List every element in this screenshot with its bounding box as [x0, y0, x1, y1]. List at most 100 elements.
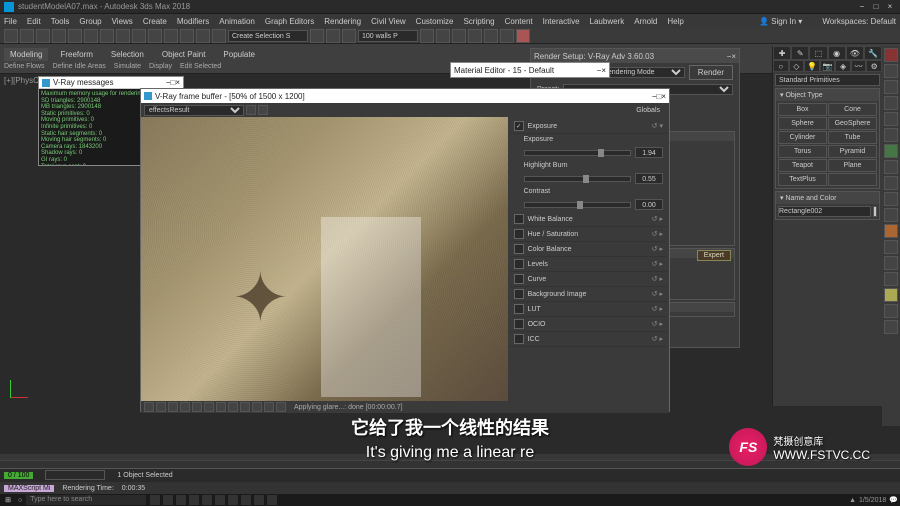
render-button[interactable]: Render — [689, 65, 733, 80]
toolbar-button[interactable] — [342, 29, 356, 43]
taskbar-app-icon[interactable] — [150, 495, 160, 505]
toolbar-button[interactable] — [180, 29, 194, 43]
contrast-slider[interactable] — [524, 202, 631, 208]
strip-button[interactable] — [884, 64, 898, 78]
ribbon-tab-modeling[interactable]: Modeling — [4, 48, 48, 61]
cc-color-balance[interactable]: Color Balance↺▸ — [510, 242, 667, 257]
strip-button[interactable] — [884, 176, 898, 190]
menu-graph-editors[interactable]: Graph Editors — [265, 17, 314, 26]
taskbar-app-icon[interactable] — [241, 495, 251, 505]
globals-label[interactable]: Globals — [636, 107, 660, 114]
ribbon-tab-populate[interactable]: Populate — [217, 48, 261, 61]
close-button[interactable]: × — [731, 52, 736, 61]
toolbar-button[interactable] — [100, 29, 114, 43]
textplus-button[interactable]: TextPlus — [778, 173, 827, 186]
object-type-rollout[interactable]: ▾ Object Type — [776, 89, 879, 101]
ribbon-btn-simulate[interactable]: Simulate — [114, 63, 141, 70]
toolbar-button[interactable] — [132, 29, 146, 43]
menu-create[interactable]: Create — [143, 17, 167, 26]
exposure-checkbox[interactable] — [514, 121, 524, 131]
clock[interactable]: 1/5/2018 — [859, 497, 886, 504]
object-name-field[interactable] — [778, 206, 871, 217]
material-editor-window[interactable]: Material Editor - 15 - Default − × — [450, 62, 610, 78]
vfb-status-button[interactable] — [144, 402, 154, 412]
toolbar-button[interactable] — [116, 29, 130, 43]
hierarchy-tab[interactable]: ⬚ — [809, 46, 827, 60]
vfb-tool-button[interactable] — [246, 105, 256, 115]
menu-help[interactable]: Help — [667, 17, 683, 26]
menu-tools[interactable]: Tools — [51, 17, 70, 26]
taskbar-app-icon[interactable] — [254, 495, 264, 505]
close-button[interactable]: × — [884, 2, 896, 12]
ribbon-btn-edit-selected[interactable]: Edit Selected — [180, 63, 221, 70]
cortana-icon[interactable]: ○ — [18, 497, 22, 504]
toolbar-button[interactable] — [164, 29, 178, 43]
taskbar-app-icon[interactable] — [189, 495, 199, 505]
torus-button[interactable]: Torus — [778, 145, 827, 158]
cc-levels[interactable]: Levels↺▸ — [510, 257, 667, 272]
taskbar-app-icon[interactable] — [228, 495, 238, 505]
cc-curve[interactable]: Curve↺▸ — [510, 272, 667, 287]
geosphere-button[interactable]: GeoSphere — [828, 117, 877, 130]
highlight-slider[interactable] — [524, 176, 631, 182]
toolbar-button[interactable] — [436, 29, 450, 43]
menu-file[interactable]: File — [4, 17, 17, 26]
sphere-button[interactable]: Sphere — [778, 117, 827, 130]
toolbar-button[interactable] — [420, 29, 434, 43]
expand-icon[interactable]: ▾ — [659, 122, 663, 130]
menu-rendering[interactable]: Rendering — [324, 17, 361, 26]
name-color-rollout[interactable]: ▾ Name and Color — [776, 192, 879, 204]
cc-white-balance[interactable]: White Balance↺▸ — [510, 212, 667, 227]
workspace-selector[interactable]: Workspaces: Default — [822, 17, 896, 26]
maximize-button[interactable]: □ — [870, 2, 882, 12]
menu-interactive[interactable]: Interactive — [543, 17, 580, 26]
cameras-icon[interactable]: 📷 — [820, 60, 836, 72]
render-output-view[interactable] — [141, 117, 508, 401]
maxscript-listener[interactable]: MAXScript Mi — [4, 485, 54, 492]
menu-customize[interactable]: Customize — [416, 17, 454, 26]
selection-set-dropdown[interactable]: 100 walls P — [358, 30, 418, 42]
close-button[interactable]: × — [601, 66, 606, 75]
strip-button[interactable] — [884, 160, 898, 174]
render-button[interactable] — [516, 29, 530, 43]
menu-animation[interactable]: Animation — [219, 17, 255, 26]
menu-modifiers[interactable]: Modifiers — [177, 17, 209, 26]
spacewarps-icon[interactable]: 〰 — [851, 60, 867, 72]
vfb-status-button[interactable] — [216, 402, 226, 412]
taskbar-app-icon[interactable] — [202, 495, 212, 505]
toolbar-button[interactable] — [148, 29, 162, 43]
channel-dropdown[interactable]: effectsResult — [144, 105, 244, 116]
vray-frame-buffer-window[interactable]: V-Ray frame buffer - [50% of 1500 x 1200… — [140, 88, 670, 412]
motion-tab[interactable]: ◉ — [828, 46, 846, 60]
minimize-button[interactable]: − — [856, 2, 868, 12]
toolbar-button[interactable] — [212, 29, 226, 43]
toolbar-button[interactable] — [4, 29, 18, 43]
strip-button[interactable] — [884, 224, 898, 238]
strip-button[interactable] — [884, 128, 898, 142]
taskbar-app-icon[interactable] — [267, 495, 277, 505]
vfb-status-button[interactable] — [156, 402, 166, 412]
strip-button[interactable] — [884, 208, 898, 222]
search-box[interactable]: Type here to search — [26, 495, 146, 505]
strip-button[interactable] — [884, 240, 898, 254]
taskbar-app-icon[interactable] — [215, 495, 225, 505]
close-button[interactable]: × — [661, 92, 666, 101]
cylinder-button[interactable]: Cylinder — [778, 131, 827, 144]
tray-icon[interactable]: ▲ — [849, 497, 856, 504]
vfb-status-button[interactable] — [264, 402, 274, 412]
toolbar-button[interactable] — [68, 29, 82, 43]
menu-civil-view[interactable]: Civil View — [371, 17, 406, 26]
systems-icon[interactable]: ⚙ — [866, 60, 882, 72]
toolbar-button[interactable] — [468, 29, 482, 43]
ribbon-tab-object-paint[interactable]: Object Paint — [156, 48, 212, 61]
toolbar-button[interactable] — [84, 29, 98, 43]
toolbar-button[interactable] — [36, 29, 50, 43]
ribbon-tab-selection[interactable]: Selection — [105, 48, 150, 61]
teapot-button[interactable]: Teapot — [778, 159, 827, 172]
toolbar-button[interactable] — [484, 29, 498, 43]
strip-button[interactable] — [884, 48, 898, 62]
strip-button[interactable] — [884, 192, 898, 206]
vfb-status-button[interactable] — [192, 402, 202, 412]
cc-ocio[interactable]: OCIO↺▸ — [510, 317, 667, 332]
taskbar-app-icon[interactable] — [163, 495, 173, 505]
